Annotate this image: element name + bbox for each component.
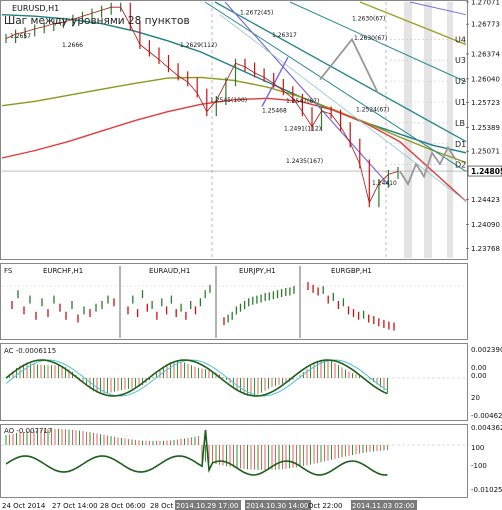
price-tick-label: 1.23768 xyxy=(471,245,500,253)
price-annotation: 1.2666 xyxy=(62,42,83,49)
level-label-u4: U4 xyxy=(455,35,466,44)
ac-tick-label: -0.004625 xyxy=(471,412,502,420)
price-annotation: 1.2491(112) xyxy=(284,125,321,132)
mini-chart-title-1: EURCHF,H1 xyxy=(43,267,83,275)
price-tick-label: 1.26374 xyxy=(471,50,500,58)
price-tick-label: 1.26040 xyxy=(471,75,500,83)
ac-tick-label: 20 xyxy=(471,394,480,402)
price-tick-label: 1.24090 xyxy=(471,221,500,229)
level-label-lb: LB xyxy=(455,119,465,128)
current-price-label: 1.24805 xyxy=(471,167,502,176)
price-tick-label: 1.26773 xyxy=(471,21,500,29)
ac-label: AC -0.0006115 xyxy=(4,347,56,355)
price-tick-label: 1.27071 xyxy=(471,0,500,6)
price-annotation: 1.2657 xyxy=(10,33,31,40)
mini-chart-title-3: EURJPY,H1 xyxy=(239,267,276,275)
level-label-u3: U3 xyxy=(455,56,466,65)
price-tick-label: 1.24423 xyxy=(471,196,500,204)
price-annotation: 1.2672(45) xyxy=(240,10,273,17)
mini-first-label: FS xyxy=(4,267,13,275)
ac-tick-label: 0.002390 xyxy=(471,346,502,354)
period-stripe-1 xyxy=(404,2,412,258)
level-label-d1: D1 xyxy=(455,140,466,149)
ao-tick-label: 0.004362 xyxy=(471,424,502,432)
main-price-panel xyxy=(0,0,468,260)
price-annotation: 1.25468 xyxy=(262,108,287,115)
symbol-label: EURUSD,H1 xyxy=(12,4,59,13)
mini-chart-title-2: EURAUD,H1 xyxy=(149,267,190,275)
mini-chart-title-4: EURGBP,H1 xyxy=(331,267,372,275)
price-annotation: 1.2629(112) xyxy=(180,42,217,49)
price-annotation: 1.2630(67) xyxy=(352,16,385,23)
price-annotation: 1.2435(167) xyxy=(286,158,323,165)
price-tick-label: 1.25071 xyxy=(471,148,500,156)
price-annotation: 1.24410 xyxy=(372,180,397,187)
level-label-d2: D2 xyxy=(455,161,466,170)
period-stripe-2 xyxy=(424,2,432,258)
price-tick-label: 1.25723 xyxy=(471,99,500,107)
time-label: 27 Oct 14:00 xyxy=(52,502,98,510)
ao-tick-label: -100 xyxy=(471,462,487,470)
price-annotation: 1.2630(67) xyxy=(354,35,387,42)
time-label: 28 Oct 06:00 xyxy=(100,502,146,510)
price-annotation: 1.26317 xyxy=(272,32,297,39)
ao-label: AO -0.007717 xyxy=(4,427,52,435)
time-label: 2014.10.30 14:00 xyxy=(246,502,308,510)
price-annotation: 1.2524(67) xyxy=(356,107,389,114)
price-annotation: 1.2547(67) xyxy=(286,98,319,105)
time-label: Oct 22:00 xyxy=(308,502,343,510)
time-label: 2014.10.29 17:00 xyxy=(176,502,238,510)
price-tick-label: 1.25389 xyxy=(471,124,500,132)
period-stripe-3 xyxy=(447,2,453,258)
time-label: 24 Oct 2014 xyxy=(2,502,46,510)
ac-tick-label: 0.00 xyxy=(471,372,487,380)
time-label: 2014.11.03 02:00 xyxy=(352,502,414,510)
price-annotation: 1.2545(100) xyxy=(210,97,247,104)
ao-tick-label: -0.010257 xyxy=(471,486,502,494)
ao-tick-label: 100 xyxy=(471,444,484,452)
level-label-u2: U2 xyxy=(455,77,466,86)
level-label-u1: U1 xyxy=(455,98,466,107)
ac-tick-label: 0.00 xyxy=(471,364,487,372)
chart-canvas: U4 U3 U2 U1 LB D1 D2 1.2657 1.2666 1.2672(45) 1.26… xyxy=(0,0,502,510)
chart-subtitle: Шаг между уровнями 28 пунктов xyxy=(4,15,190,27)
